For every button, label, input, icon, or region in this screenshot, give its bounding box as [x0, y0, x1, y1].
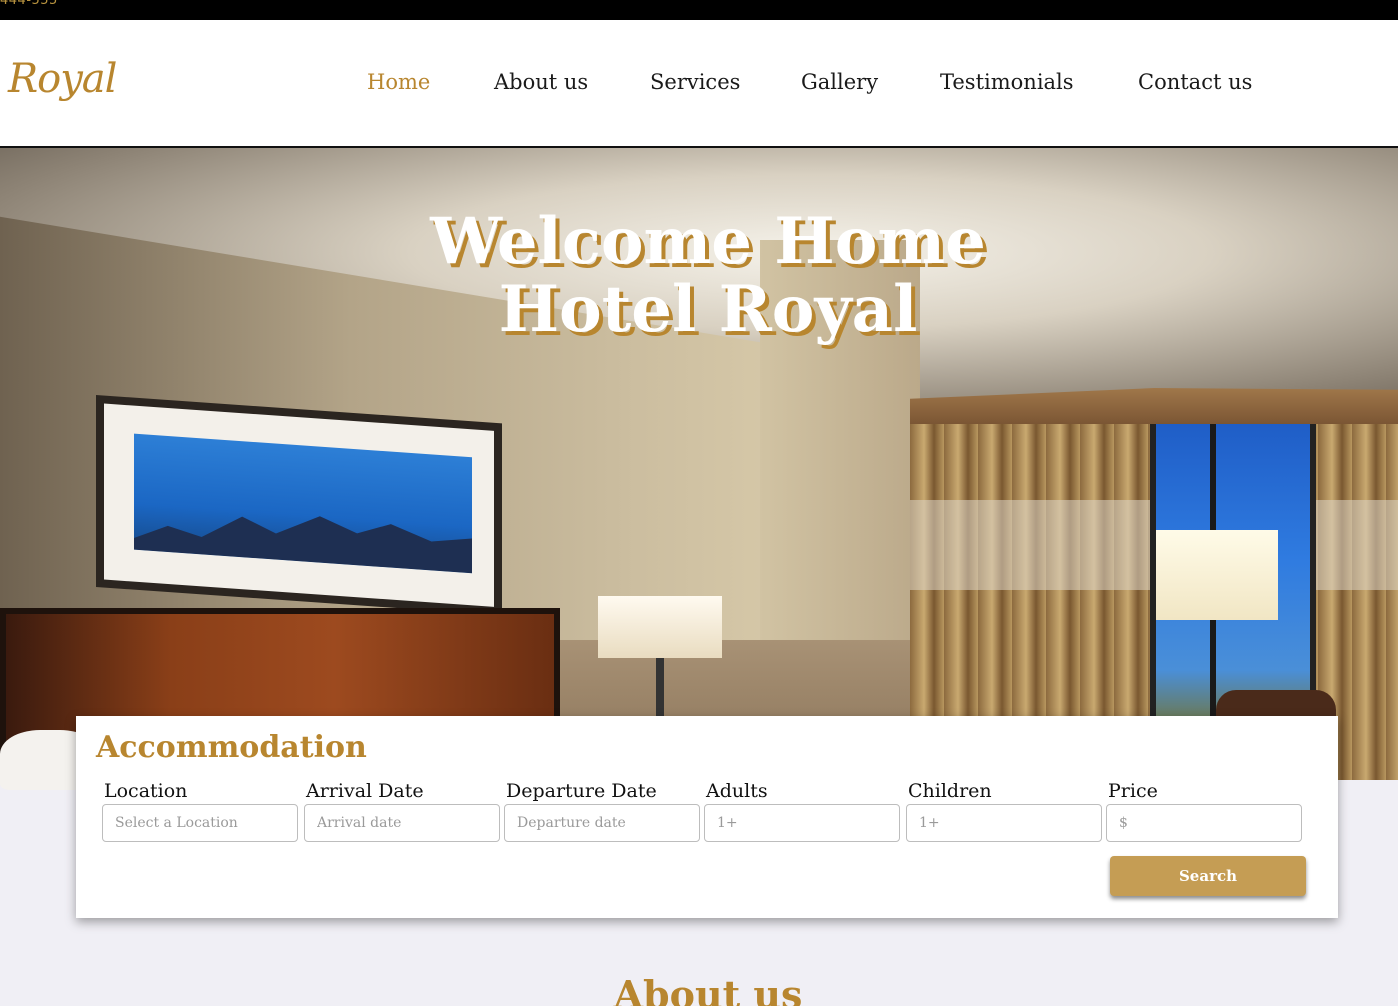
location-field-group: Location [102, 780, 298, 842]
main-nav: Home About us Services Gallery Testimoni… [0, 70, 1398, 100]
search-button[interactable]: Search [1110, 856, 1306, 896]
arrival-date-input[interactable] [304, 804, 500, 842]
hero-photo-table-lamp [598, 596, 722, 658]
nav-testimonials[interactable]: Testimonials [940, 70, 1074, 94]
adults-input[interactable] [704, 804, 900, 842]
price-field-group: Price [1106, 780, 1302, 842]
nav-contact-us[interactable]: Contact us [1138, 70, 1252, 94]
adults-field-group: Adults [704, 780, 900, 842]
painting-mountains [134, 492, 472, 574]
children-field-group: Children [906, 780, 1102, 842]
top-bar: 444-555 [0, 0, 1398, 20]
hero-title: Welcome Home Hotel Royal [0, 208, 1398, 344]
arrival-date-label: Arrival Date [306, 780, 424, 802]
hero-photo-painting [96, 395, 502, 616]
adults-label: Adults [706, 780, 768, 802]
hero-title-line1: Welcome Home [430, 204, 986, 279]
nav-services[interactable]: Services [650, 70, 740, 94]
departure-date-input[interactable] [504, 804, 700, 842]
nav-about-us[interactable]: About us [494, 70, 588, 94]
booking-title: Accommodation [96, 730, 367, 765]
departure-date-label: Departure Date [506, 780, 657, 802]
nav-gallery[interactable]: Gallery [801, 70, 878, 94]
location-input[interactable] [102, 804, 298, 842]
price-input[interactable] [1106, 804, 1302, 842]
nav-home[interactable]: Home [367, 70, 430, 94]
price-label: Price [1108, 780, 1158, 802]
hero-title-line2: Hotel Royal [498, 272, 918, 347]
arrival-field-group: Arrival Date [304, 780, 500, 842]
children-label: Children [908, 780, 992, 802]
location-label: Location [104, 780, 188, 802]
site-header: Royal Home About us Services Gallery Tes… [0, 20, 1398, 148]
departure-field-group: Departure Date [504, 780, 700, 842]
about-us-heading: About us [613, 972, 803, 1006]
booking-card: Accommodation Location Arrival Date Depa… [76, 716, 1338, 918]
hero-photo-floor-lamp [1156, 530, 1278, 620]
top-bar-phone: 444-555 [0, 0, 58, 8]
children-input[interactable] [906, 804, 1102, 842]
hero-photo-lamp-post [656, 658, 664, 718]
